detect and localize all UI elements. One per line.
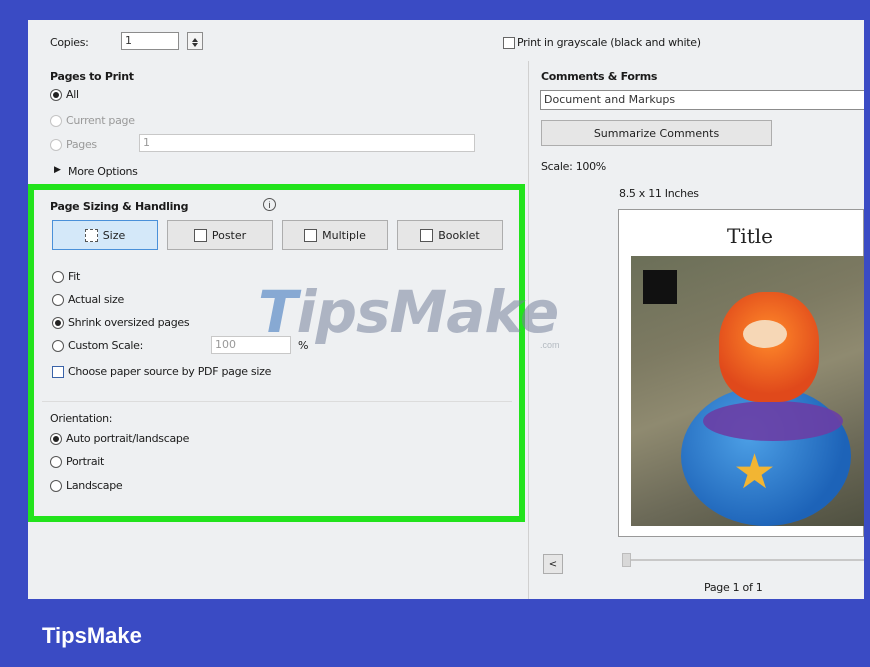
radio-pages[interactable] (50, 139, 62, 151)
photo-ring (703, 401, 843, 441)
print-preview: Title ★ (618, 209, 864, 537)
prev-page-button[interactable]: < (543, 554, 563, 574)
copies-label: Copies: (50, 36, 89, 49)
summarize-comments-button[interactable]: Summarize Comments (541, 120, 772, 146)
radio-fit-label: Fit (68, 270, 80, 283)
radio-shrink[interactable] (52, 317, 64, 329)
multiple-icon (304, 228, 318, 242)
copies-input[interactable]: 1 (121, 32, 179, 50)
tab-booklet[interactable]: Booklet (397, 220, 503, 250)
page-slider-handle[interactable] (622, 553, 631, 567)
radio-actual-size[interactable] (52, 294, 64, 306)
radio-portrait[interactable] (50, 456, 62, 468)
info-icon[interactable]: i (263, 198, 276, 211)
radio-landscape-label: Landscape (66, 479, 123, 492)
radio-custom-scale-label: Custom Scale: (68, 339, 144, 352)
watermark-domain: .com (540, 340, 560, 350)
preview-doc-title: Title (727, 224, 774, 248)
radio-shrink-label: Shrink oversized pages (68, 316, 190, 329)
orientation-title: Orientation: (50, 412, 113, 425)
grayscale-label: Print in grayscale (black and white) (517, 36, 701, 49)
photo-star-icon: ★ (733, 446, 777, 499)
pages-input[interactable]: 1 (139, 134, 475, 152)
booklet-icon (420, 228, 434, 242)
page-info-label: Page 1 of 1 (704, 581, 763, 594)
radio-custom-scale[interactable] (52, 340, 64, 352)
radio-fit[interactable] (52, 271, 64, 283)
section-divider (42, 401, 512, 402)
grayscale-checkbox[interactable] (503, 37, 515, 49)
paper-source-checkbox[interactable] (52, 366, 64, 378)
radio-landscape[interactable] (50, 480, 62, 492)
radio-portrait-label: Portrait (66, 455, 105, 468)
size-icon (84, 228, 98, 242)
pages-to-print-title: Pages to Print (50, 70, 134, 83)
comments-forms-dropdown[interactable]: Document and Markups (540, 90, 864, 110)
more-options-link[interactable]: More Options (68, 165, 138, 178)
preview-photo: ★ (631, 256, 864, 526)
paper-size-label: 8.5 x 11 Inches (619, 187, 699, 200)
radio-current-page[interactable] (50, 115, 62, 127)
poster-icon (193, 228, 207, 242)
copies-stepper[interactable] (187, 32, 203, 50)
photo-toy-face (743, 320, 787, 348)
radio-current-page-label: Current page (66, 114, 135, 127)
page-sizing-title: Page Sizing & Handling (50, 200, 189, 213)
paper-source-label: Choose paper source by PDF page size (68, 365, 272, 378)
comments-forms-title: Comments & Forms (541, 70, 658, 83)
more-options-arrow-icon[interactable]: ▶ (54, 165, 61, 175)
tab-multiple[interactable]: Multiple (282, 220, 388, 250)
photo-black-block (643, 270, 677, 304)
footer-brand: TipsMake (42, 623, 142, 648)
radio-auto-orientation[interactable] (50, 433, 62, 445)
radio-actual-size-label: Actual size (68, 293, 124, 306)
page-slider-track[interactable] (631, 559, 864, 561)
radio-all-label: All (66, 88, 79, 101)
radio-all[interactable] (50, 89, 62, 101)
tab-poster[interactable]: Poster (167, 220, 273, 250)
scale-label: Scale: 100% (541, 160, 606, 173)
tab-size[interactable]: Size (52, 220, 158, 250)
radio-auto-orientation-label: Auto portrait/landscape (66, 432, 190, 445)
radio-pages-label: Pages (66, 138, 97, 151)
watermark-logo: TipsMake (258, 278, 559, 346)
